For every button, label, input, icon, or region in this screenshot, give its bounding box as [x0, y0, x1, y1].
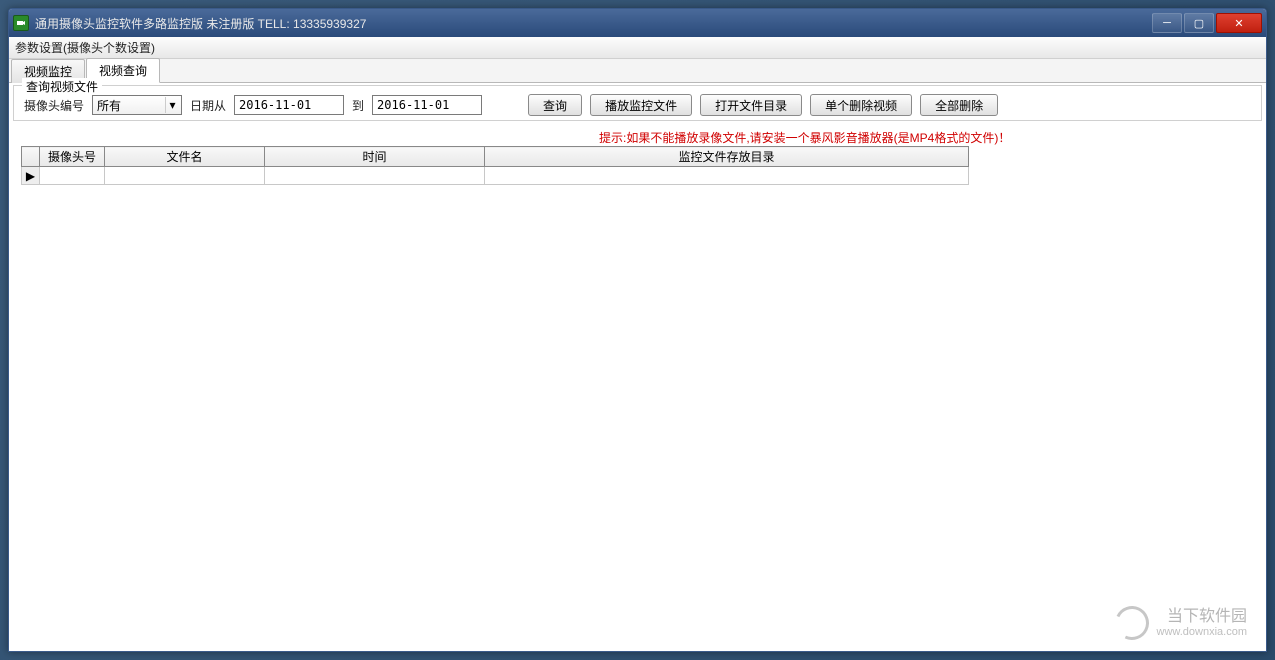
hint-text: 提示:如果不能播放录像文件,请安装一个暴风影音播放器(是MP4格式的文件)！ [9, 129, 1266, 146]
camera-combo-value: 所有 [97, 97, 121, 114]
content-area: 查询视频文件 摄像头编号 所有 ▾ 日期从 到 查询 播放监控文件 打开文件目录… [9, 83, 1266, 651]
col-time[interactable]: 时间 [265, 147, 485, 167]
app-icon [13, 15, 29, 31]
date-from-label: 日期从 [190, 97, 226, 114]
delete-all-button[interactable]: 全部删除 [920, 94, 998, 116]
query-fieldset: 查询视频文件 摄像头编号 所有 ▾ 日期从 到 查询 播放监控文件 打开文件目录… [13, 85, 1262, 121]
col-dir[interactable]: 监控文件存放目录 [485, 147, 969, 167]
close-button[interactable]: ✕ [1216, 13, 1262, 33]
date-to-input[interactable] [372, 95, 482, 115]
menubar: 参数设置(摄像头个数设置) [9, 37, 1266, 59]
play-button[interactable]: 播放监控文件 [590, 94, 692, 116]
camera-combo[interactable]: 所有 ▾ [92, 95, 182, 115]
window-controls: ─ ▢ ✕ [1152, 13, 1262, 33]
table-row[interactable]: ▶ [22, 167, 969, 185]
date-to-label: 到 [352, 97, 364, 114]
query-button[interactable]: 查询 [528, 94, 582, 116]
maximize-button[interactable]: ▢ [1184, 13, 1214, 33]
row-header-corner [22, 147, 40, 167]
app-window: 通用摄像头监控软件多路监控版 未注册版 TELL: 13335939327 ─ … [8, 8, 1267, 652]
menu-settings[interactable]: 参数设置(摄像头个数设置) [15, 39, 155, 56]
titlebar[interactable]: 通用摄像头监控软件多路监控版 未注册版 TELL: 13335939327 ─ … [9, 9, 1266, 37]
date-from-input[interactable] [234, 95, 344, 115]
chevron-down-icon: ▾ [165, 97, 179, 113]
query-row: 摄像头编号 所有 ▾ 日期从 到 查询 播放监控文件 打开文件目录 单个删除视频… [24, 94, 1251, 116]
fieldset-legend: 查询视频文件 [22, 78, 102, 95]
open-dir-button[interactable]: 打开文件目录 [700, 94, 802, 116]
results-grid[interactable]: 摄像头号 文件名 时间 监控文件存放目录 ▶ [21, 146, 969, 185]
window-title: 通用摄像头监控软件多路监控版 未注册版 TELL: 13335939327 [35, 15, 1152, 32]
col-camno[interactable]: 摄像头号 [40, 147, 105, 167]
minimize-button[interactable]: ─ [1152, 13, 1182, 33]
camera-label: 摄像头编号 [24, 97, 84, 114]
tabbar: 视频监控 视频查询 [9, 59, 1266, 83]
delete-single-button[interactable]: 单个删除视频 [810, 94, 912, 116]
results-grid-wrap: 摄像头号 文件名 时间 监控文件存放目录 ▶ [9, 146, 1266, 651]
row-indicator-icon: ▶ [22, 167, 40, 185]
col-filename[interactable]: 文件名 [105, 147, 265, 167]
